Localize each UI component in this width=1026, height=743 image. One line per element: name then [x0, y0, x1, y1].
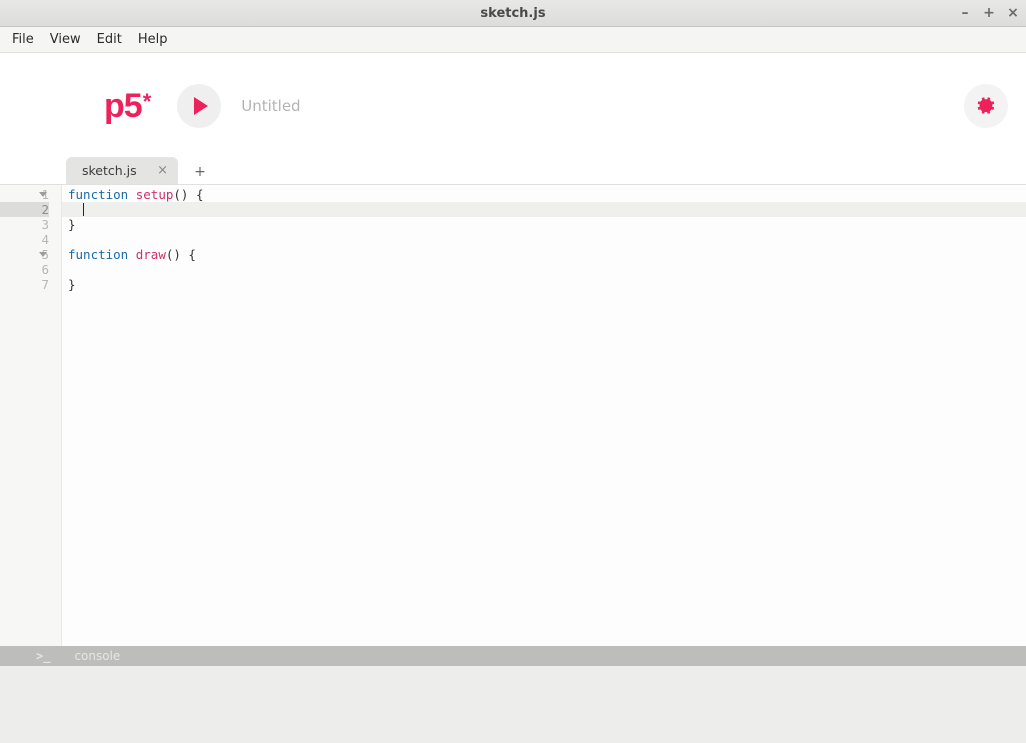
logo-star: * [143, 89, 152, 115]
menu-help[interactable]: Help [130, 28, 176, 51]
console-prompt-icon: >_ [36, 649, 50, 663]
code-line[interactable]: } [62, 217, 1026, 232]
code-line[interactable] [62, 232, 1026, 247]
tab-label: sketch.js [82, 163, 137, 178]
maximize-button[interactable]: + [982, 6, 996, 20]
window-controls: – + × [958, 0, 1020, 26]
window-title: sketch.js [0, 6, 1026, 21]
console-label: console [74, 649, 120, 663]
tab-sketch-js[interactable]: sketch.js × [66, 157, 178, 184]
line-number[interactable]: 3 [0, 217, 49, 232]
menu-bar: File View Edit Help [0, 27, 1026, 53]
editor-gutter: 1 2 3 4 5 6 7 [0, 185, 61, 646]
line-number[interactable]: 2 [0, 202, 49, 217]
line-number[interactable]: 7 [0, 277, 49, 292]
code-editor[interactable]: 1 2 3 4 5 6 7 function setup() { } funct… [0, 185, 1026, 646]
menu-view[interactable]: View [42, 28, 89, 51]
settings-button[interactable] [964, 84, 1008, 128]
code-line[interactable]: } [62, 277, 1026, 292]
code-line[interactable] [62, 202, 1026, 217]
tab-close-icon[interactable]: × [157, 163, 168, 178]
line-number[interactable]: 6 [0, 262, 49, 277]
gear-icon [976, 96, 996, 116]
window-titlebar: sketch.js – + × [0, 0, 1026, 27]
run-button[interactable] [177, 84, 221, 128]
menu-edit[interactable]: Edit [89, 28, 130, 51]
menu-file[interactable]: File [4, 28, 42, 51]
line-number[interactable]: 5 [0, 247, 49, 262]
code-line[interactable] [62, 262, 1026, 277]
editor-code-area[interactable]: function setup() { } function draw() { } [61, 185, 1026, 646]
app-content: p5 * Untitled sketch.js × + 1 2 3 4 5 6 [0, 53, 1026, 743]
toolbar: p5 * Untitled [0, 81, 1026, 131]
code-line[interactable]: function setup() { [62, 187, 1026, 202]
sketch-name[interactable]: Untitled [241, 97, 300, 115]
text-cursor [83, 203, 84, 216]
console-header[interactable]: >_ console [0, 646, 1026, 666]
close-window-button[interactable]: × [1006, 6, 1020, 20]
line-number[interactable]: 4 [0, 232, 49, 247]
console-panel[interactable] [0, 666, 1026, 743]
tab-add-button[interactable]: + [186, 164, 214, 184]
logo-text: p5 [104, 87, 142, 126]
code-line[interactable]: function draw() { [62, 247, 1026, 262]
tab-bar: sketch.js × + [0, 157, 1026, 185]
play-icon [194, 97, 208, 115]
p5-logo: p5 * [104, 87, 151, 126]
minimize-button[interactable]: – [958, 6, 972, 20]
line-number[interactable]: 1 [0, 187, 49, 202]
